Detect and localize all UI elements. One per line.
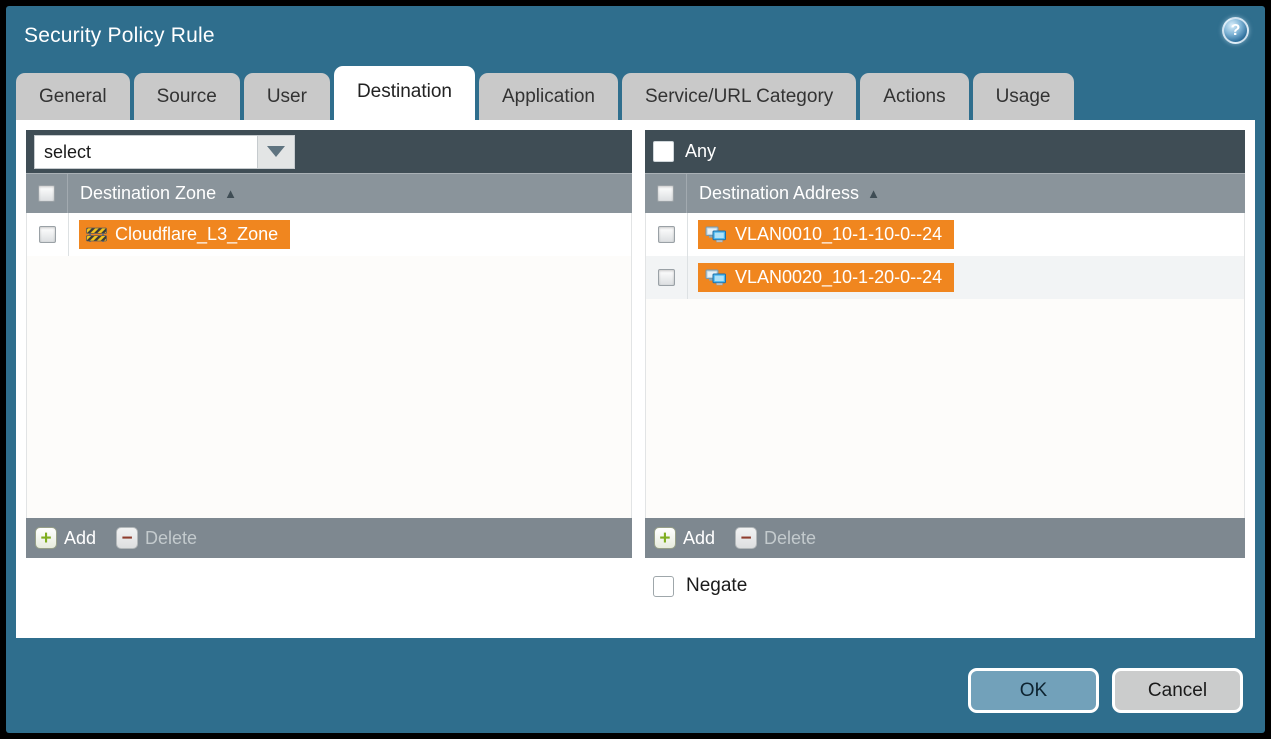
delete-button-label: Delete [764,528,816,549]
tab-destination[interactable]: Destination [334,66,475,120]
delete-zone-button[interactable]: − Delete [116,527,197,549]
negate-row: Negate [26,575,1245,597]
zone-panel-header: select [26,130,632,173]
row-checkbox[interactable] [658,269,675,286]
address-list: VLAN0010_10-1-10-0--24 VLAN0020_10-1-20-0… [645,213,1245,518]
dialog-titlebar: Security Policy Rule ? [6,6,1265,66]
table-row: VLAN0020_10-1-20-0--24 [646,256,1244,299]
address-column-header-row: Destination Address ▲ [645,173,1245,213]
table-row: Cloudflare_L3_Zone [27,213,631,256]
any-label: Any [685,141,716,162]
destination-panels: select Destination Zone ▲ Cloudflare_L3_… [26,130,1245,558]
row-checkbox[interactable] [39,226,56,243]
add-zone-button[interactable]: + Add [35,527,96,549]
cancel-button[interactable]: Cancel [1112,668,1243,713]
dialog-button-row: OK Cancel [968,668,1243,713]
zone-filter-dropdown[interactable]: select [34,135,295,169]
zone-toolbar: + Add − Delete [26,518,632,558]
delete-icon: − [116,527,138,549]
add-icon: + [654,527,676,549]
table-row: VLAN0010_10-1-10-0--24 [646,213,1244,256]
add-icon: + [35,527,57,549]
ok-button[interactable]: OK [968,668,1099,713]
tab-actions[interactable]: Actions [860,73,968,120]
help-icon[interactable]: ? [1222,17,1249,44]
chevron-down-icon [267,146,285,157]
add-button-label: Add [683,528,715,549]
zone-select-all-cell [26,174,68,213]
add-address-button[interactable]: + Add [654,527,715,549]
sort-asc-icon[interactable]: ▲ [224,186,237,201]
row-checkbox[interactable] [658,226,675,243]
row-checkbox-cell [646,213,688,256]
tab-source[interactable]: Source [134,73,240,120]
list-item-label: VLAN0010_10-1-10-0--24 [735,224,942,245]
tab-general[interactable]: General [16,73,130,120]
delete-icon: − [735,527,757,549]
row-checkbox-cell [27,213,69,256]
delete-address-button[interactable]: − Delete [735,527,816,549]
security-policy-rule-dialog: Security Policy Rule ? GeneralSourceUser… [6,6,1265,733]
destination-zone-panel: select Destination Zone ▲ Cloudflare_L3_… [26,130,632,558]
any-checkbox[interactable] [653,141,674,162]
zone-column-header-row: Destination Zone ▲ [26,173,632,213]
tab-bar: GeneralSourceUserDestinationApplicationS… [6,66,1265,120]
negate-label: Negate [686,575,747,597]
negate-checkbox[interactable] [653,576,674,597]
select-all-addresses-checkbox[interactable] [657,185,674,202]
zone-icon [86,227,107,243]
delete-button-label: Delete [145,528,197,549]
dialog-content: select Destination Zone ▲ Cloudflare_L3_… [16,120,1255,638]
dialog-title: Security Policy Rule [24,24,215,48]
tab-user[interactable]: User [244,73,330,120]
zone-filter-value[interactable]: select [35,136,257,168]
add-button-label: Add [64,528,96,549]
address-toolbar: + Add − Delete [645,518,1245,558]
tab-usage[interactable]: Usage [973,73,1074,120]
list-item[interactable]: VLAN0020_10-1-20-0--24 [698,263,954,292]
list-item[interactable]: VLAN0010_10-1-10-0--24 [698,220,954,249]
address-select-all-cell [645,174,687,213]
address-icon [705,226,727,243]
sort-asc-icon[interactable]: ▲ [867,186,880,201]
zone-list: Cloudflare_L3_Zone [26,213,632,518]
row-checkbox-cell [646,256,688,299]
list-item-label: VLAN0020_10-1-20-0--24 [735,267,942,288]
list-item-label: Cloudflare_L3_Zone [115,224,278,245]
tab-application[interactable]: Application [479,73,618,120]
list-item[interactable]: Cloudflare_L3_Zone [79,220,290,249]
address-icon [705,269,727,286]
destination-address-panel: Any Destination Address ▲ VLAN0010_10-1-… [645,130,1245,558]
address-panel-header: Any [645,130,1245,173]
tab-service-url-category[interactable]: Service/URL Category [622,73,856,120]
address-column-header[interactable]: Destination Address [699,183,859,204]
dropdown-arrow-icon[interactable] [257,136,294,168]
zone-column-header[interactable]: Destination Zone [80,183,216,204]
select-all-zones-checkbox[interactable] [38,185,55,202]
